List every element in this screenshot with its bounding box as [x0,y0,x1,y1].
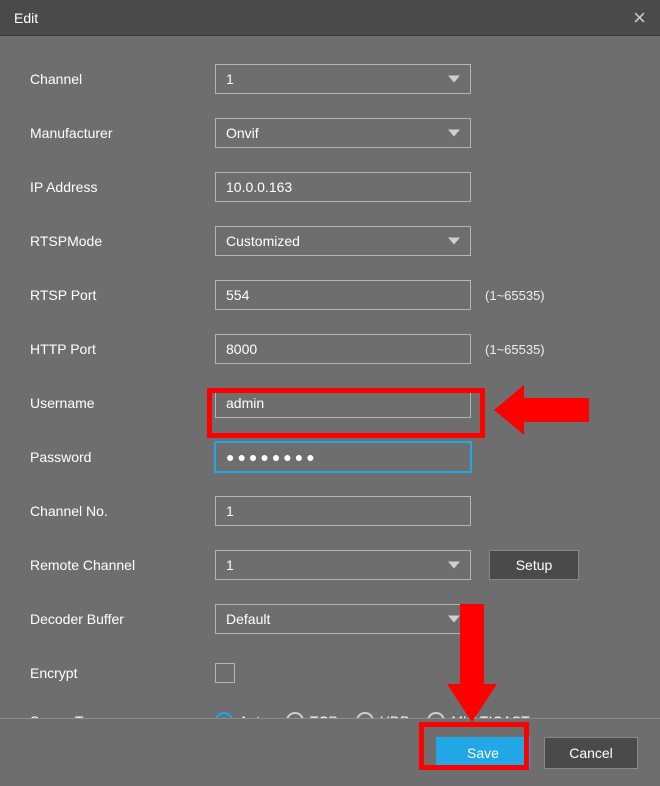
channel-value: 1 [226,71,234,87]
decoderbuffer-label: Decoder Buffer [30,611,215,627]
httpport-input[interactable]: 8000 [215,334,471,364]
channelno-input[interactable]: 1 [215,496,471,526]
save-button-label: Save [467,745,499,761]
rtspmode-label: RTSPMode [30,233,215,249]
httpport-value: 8000 [226,341,257,357]
rtspport-value: 554 [226,287,249,303]
cancel-button[interactable]: Cancel [544,737,638,769]
channelno-label: Channel No. [30,503,215,519]
rtspmode-value: Customized [226,233,300,249]
password-value: ●●●●●●●● [226,449,318,465]
ip-label: IP Address [30,179,215,195]
cancel-button-label: Cancel [569,745,613,761]
username-input[interactable]: admin [215,388,471,418]
form-body: Channel 1 Manufacturer Onvif IP Address … [0,36,660,736]
remotechannel-value: 1 [226,557,234,573]
rtspport-hint: (1~65535) [485,288,545,303]
close-icon[interactable]: × [633,5,646,31]
channel-label: Channel [30,71,215,87]
chevron-down-icon [448,238,460,245]
decoderbuffer-value: Default [226,611,270,627]
setup-button[interactable]: Setup [489,550,579,580]
rtspport-input[interactable]: 554 [215,280,471,310]
remotechannel-select[interactable]: 1 [215,550,471,580]
dialog-title: Edit [14,10,38,26]
httpport-hint: (1~65535) [485,342,545,357]
manufacturer-label: Manufacturer [30,125,215,141]
encrypt-label: Encrypt [30,665,215,681]
password-label: Password [30,449,215,465]
chevron-down-icon [448,562,460,569]
dialog-footer: Save Cancel [0,718,660,786]
channelno-value: 1 [226,503,234,519]
chevron-down-icon [448,76,460,83]
manufacturer-value: Onvif [226,125,259,141]
remotechannel-label: Remote Channel [30,557,215,573]
encrypt-checkbox[interactable] [215,663,235,683]
titlebar: Edit × [0,0,660,36]
decoderbuffer-select[interactable]: Default [215,604,471,634]
password-input[interactable]: ●●●●●●●● [215,442,471,472]
chevron-down-icon [448,616,460,623]
ip-value: 10.0.0.163 [226,179,292,195]
manufacturer-select[interactable]: Onvif [215,118,471,148]
httpport-label: HTTP Port [30,341,215,357]
channel-select[interactable]: 1 [215,64,471,94]
save-button[interactable]: Save [436,737,530,769]
rtspport-label: RTSP Port [30,287,215,303]
username-value: admin [226,395,264,411]
setup-button-label: Setup [516,557,553,573]
username-label: Username [30,395,215,411]
rtspmode-select[interactable]: Customized [215,226,471,256]
chevron-down-icon [448,130,460,137]
ip-input[interactable]: 10.0.0.163 [215,172,471,202]
